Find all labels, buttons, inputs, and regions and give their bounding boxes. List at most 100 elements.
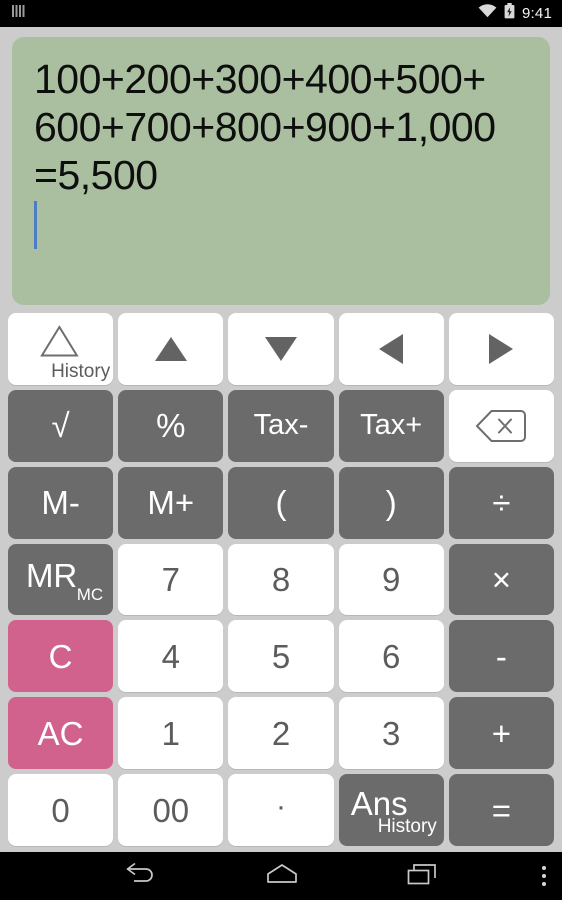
back-button[interactable]	[123, 862, 157, 891]
digit-5-key[interactable]: 5	[228, 620, 334, 693]
backspace-key[interactable]	[448, 389, 555, 462]
arrow-down-key[interactable]	[228, 313, 334, 385]
triangle-right-icon	[487, 332, 515, 366]
sim-signal-icon	[12, 4, 25, 23]
tax-plus-key[interactable]: Tax+	[338, 389, 444, 462]
minus-key-label: -	[495, 637, 507, 675]
triangle-up-icon	[153, 335, 189, 363]
keypad-row-functions: √ % Tax- Tax+	[8, 389, 555, 462]
home-icon	[265, 863, 299, 890]
keypad-row-navigation: History	[8, 313, 555, 385]
multiply-key-label: ×	[491, 561, 512, 598]
history-key[interactable]: History	[8, 313, 114, 385]
memory-recall-key-label: MR	[25, 557, 78, 594]
divide-key-label: ÷	[492, 484, 511, 522]
digit-7-key[interactable]: 7	[118, 543, 224, 616]
battery-charging-icon	[504, 3, 515, 24]
double-zero-key[interactable]: 00	[118, 774, 224, 847]
digit-2-key[interactable]: 2	[228, 697, 334, 770]
memory-minus-key-label: M-	[41, 484, 80, 522]
paren-close-key-label: )	[385, 484, 397, 522]
recent-apps-icon	[407, 863, 439, 890]
arrow-right-key[interactable]	[448, 313, 555, 385]
keypad-row-memory-paren: M- M+ ( ) ÷	[8, 466, 555, 539]
text-caret	[34, 201, 37, 249]
wifi-icon	[478, 4, 497, 23]
arrow-up-key[interactable]	[118, 313, 224, 385]
clear-key[interactable]: C	[8, 620, 114, 693]
decimal-point-key-label: ·	[276, 790, 286, 824]
keypad-row-789: MR MC 7 8 9 ×	[8, 543, 555, 616]
paren-open-key[interactable]: (	[228, 466, 334, 539]
sqrt-key-label: √	[51, 407, 70, 445]
digit-4-key[interactable]: 4	[118, 620, 224, 693]
digit-1-key[interactable]: 1	[118, 697, 224, 770]
divide-key[interactable]: ÷	[448, 466, 555, 539]
memory-plus-key-label: M+	[147, 484, 195, 522]
percent-key-label: %	[156, 407, 186, 445]
decimal-point-key[interactable]: ·	[228, 774, 334, 847]
keypad-row-456: C 4 5 6 -	[8, 620, 555, 693]
status-bar-left	[12, 4, 25, 23]
digit-0-key-label: 0	[51, 791, 70, 829]
digit-8-key-label: 8	[271, 561, 291, 598]
backspace-icon	[475, 409, 527, 443]
digit-0-key[interactable]: 0	[8, 774, 114, 847]
triangle-down-icon	[263, 335, 299, 363]
tax-minus-key[interactable]: Tax-	[228, 389, 334, 462]
double-zero-key-label: 00	[152, 791, 190, 829]
equals-key[interactable]: =	[448, 774, 555, 847]
digit-5-key-label: 5	[271, 637, 291, 675]
overflow-dot-1	[542, 866, 546, 870]
overflow-dot-3	[542, 882, 546, 886]
minus-key[interactable]: -	[448, 620, 555, 693]
tax-plus-key-label: Tax+	[360, 409, 423, 442]
memory-clear-key-label: MC	[76, 585, 104, 605]
triangle-up-outline-icon	[39, 324, 79, 358]
digit-3-key-label: 3	[382, 714, 401, 752]
memory-plus-key[interactable]: M+	[118, 466, 224, 539]
recent-apps-button[interactable]	[407, 863, 439, 890]
triangle-left-icon	[377, 332, 405, 366]
keypad-row-123: AC 1 2 3 +	[8, 697, 555, 770]
digit-2-key-label: 2	[271, 714, 291, 752]
display-container: 100+200+300+400+500+ 600+700+800+900+1,0…	[0, 27, 562, 313]
memory-recall-key[interactable]: MR MC	[8, 543, 114, 616]
status-bar: 9:41	[0, 0, 562, 27]
answer-key[interactable]: Ans History	[338, 774, 444, 847]
memory-minus-key[interactable]: M-	[8, 466, 114, 539]
keypad-row-zero-equals: 0 00 · Ans History =	[8, 774, 555, 847]
equals-key-label: =	[491, 791, 512, 829]
overflow-dot-2	[542, 874, 546, 878]
digit-7-key-label: 7	[161, 561, 180, 598]
percent-key[interactable]: %	[118, 389, 224, 462]
digit-1-key-label: 1	[161, 714, 180, 752]
history-key-label: History	[51, 360, 111, 382]
android-navigation-bar	[0, 852, 562, 900]
clear-key-label: C	[48, 637, 73, 675]
digit-9-key[interactable]: 9	[338, 543, 444, 616]
plus-key-label: +	[491, 714, 512, 752]
paren-close-key[interactable]: )	[338, 466, 444, 539]
digit-3-key[interactable]: 3	[338, 697, 444, 770]
digit-6-key[interactable]: 6	[338, 620, 444, 693]
digit-6-key-label: 6	[382, 637, 401, 675]
plus-key[interactable]: +	[448, 697, 555, 770]
calculator-app-screen: 9:41 100+200+300+400+500+ 600+700+800+90…	[0, 0, 562, 900]
display-line-2: 600+700+800+900+1,000	[34, 104, 496, 150]
digit-8-key[interactable]: 8	[228, 543, 334, 616]
answer-key-label: Ans	[350, 784, 408, 822]
all-clear-key-label: AC	[37, 714, 84, 752]
overflow-menu-button[interactable]	[542, 866, 546, 886]
status-bar-right: 9:41	[478, 3, 552, 24]
home-button[interactable]	[265, 863, 299, 890]
paren-open-key-label: (	[275, 484, 287, 522]
arrow-left-key[interactable]	[338, 313, 444, 385]
digit-9-key-label: 9	[382, 561, 401, 598]
sqrt-key[interactable]: √	[8, 389, 114, 462]
multiply-key[interactable]: ×	[448, 543, 555, 616]
calculator-display[interactable]: 100+200+300+400+500+ 600+700+800+900+1,0…	[12, 37, 550, 305]
nav-button-group	[0, 862, 562, 891]
all-clear-key[interactable]: AC	[8, 697, 114, 770]
display-line-3: =5,500	[34, 152, 158, 198]
